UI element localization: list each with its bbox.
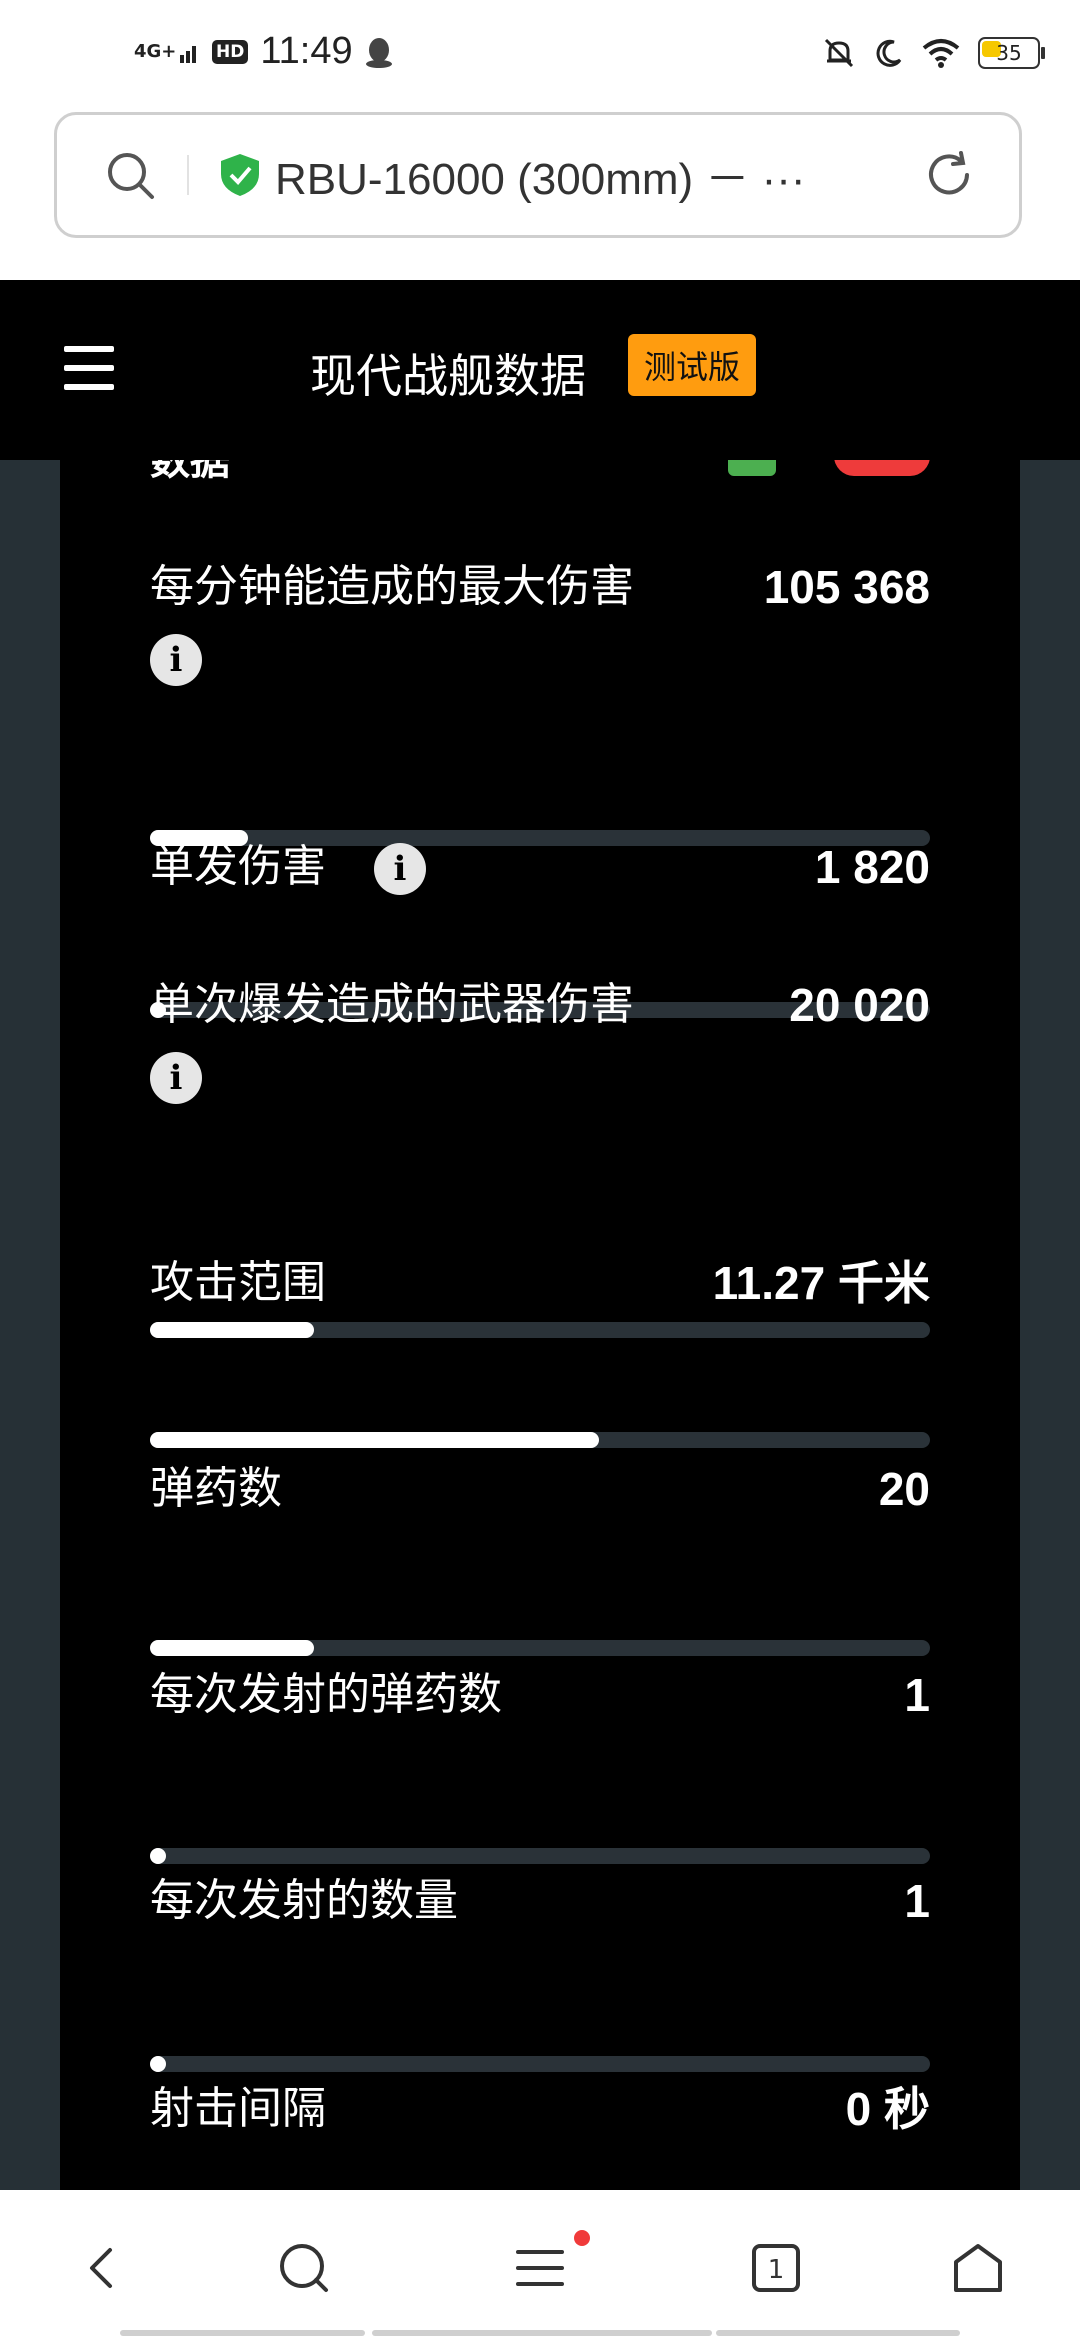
stat-ammo-per-shot: 每次发射的弹药数 1 <box>150 1658 930 1864</box>
gesture-bar <box>372 2330 712 2336</box>
qq-penguin-icon <box>365 37 392 68</box>
search-icon[interactable] <box>274 2238 334 2298</box>
battery-level: 35 <box>996 41 1022 65</box>
stat-value: 0 秒 <box>845 2083 930 2135</box>
app-header: 现代战舰数据 测试版 <box>0 280 1080 460</box>
mute-bell-icon <box>824 38 854 68</box>
info-icon[interactable]: i <box>150 1052 202 1104</box>
stat-bar-fill <box>150 1432 599 1448</box>
stat-attack-range: 攻击范围 11.27 千米 <box>150 1246 930 1448</box>
info-icon[interactable]: i <box>150 634 202 686</box>
stat-label: 弹药数 <box>150 1463 282 1514</box>
stat-value: 1 <box>904 1669 930 1721</box>
app-title: 现代战舰数据 <box>310 349 586 403</box>
stat-max-damage-per-minute: 每分钟能造成的最大伤害 i 105 368 <box>150 550 930 846</box>
stat-label: 攻击范围 <box>150 1257 326 1308</box>
stat-bar-fill <box>150 2056 166 2072</box>
stat-label: 每次发射的弹药数 <box>150 1669 502 1720</box>
menu-icon[interactable] <box>64 346 114 390</box>
svg-text:1: 1 <box>768 2255 785 2285</box>
reload-icon[interactable] <box>921 147 977 203</box>
stat-bar <box>150 1640 930 1656</box>
browser-toolbar: RBU-16000 (300mm) － ··· <box>0 110 1080 280</box>
address-bar[interactable]: RBU-16000 (300mm) － ··· <box>54 112 1022 238</box>
secure-shield-icon <box>221 154 259 196</box>
battery-icon: 35 <box>978 37 1045 69</box>
status-right: 35 <box>822 36 1045 70</box>
back-icon[interactable] <box>72 2238 132 2298</box>
stat-label: 单发伤害 i <box>150 830 426 904</box>
stat-ammo-count: 弹药数 20 <box>150 1452 930 1656</box>
stat-label: 单次爆发造成的武器伤害 <box>150 979 634 1030</box>
network-indicator: 4G+ <box>134 40 177 62</box>
status-indicator-green <box>728 460 776 476</box>
stat-label: 每次发射的数量 <box>150 1875 458 1926</box>
browser-bottom-nav: 1 <box>0 2190 1080 2340</box>
stat-bar <box>150 1432 930 1448</box>
moon-icon <box>876 39 902 67</box>
address-separator <box>187 155 189 195</box>
page-title[interactable]: RBU-16000 (300mm) － ··· <box>275 143 806 207</box>
stat-label-text: 单发伤害 <box>150 841 326 892</box>
stat-value: 20 <box>878 1463 930 1515</box>
info-icon[interactable]: i <box>374 843 426 895</box>
wifi-icon <box>922 39 960 68</box>
stat-value: 1 <box>904 1875 930 1927</box>
stat-burst-damage: 单次爆发造成的武器伤害 i 20 020 <box>150 968 930 1338</box>
stat-value: 105 368 <box>763 561 930 613</box>
hd-badge: HD <box>212 39 249 64</box>
toggle-red[interactable] <box>834 460 930 476</box>
status-bar: 4G+ HD 11:49 35 <box>0 0 1080 110</box>
home-icon[interactable] <box>948 2238 1008 2298</box>
stat-value: 20 020 <box>789 979 930 1031</box>
stat-bar-fill <box>150 1640 314 1656</box>
section-heading: 数据 <box>150 460 230 484</box>
gesture-bar <box>120 2330 365 2336</box>
stat-label: 射击间隔 <box>150 2083 326 2134</box>
tabs-icon[interactable]: 1 <box>746 2238 806 2298</box>
stat-bar-fill <box>150 1848 166 1864</box>
notification-dot <box>574 2230 590 2246</box>
stat-single-damage: 单发伤害 i 1 820 <box>150 830 930 1018</box>
weapon-stats-card: 数据 每分钟能造成的最大伤害 i 105 368 单发伤害 i 1 820 单次爆… <box>60 460 1020 2190</box>
beta-badge: 测试版 <box>628 334 757 396</box>
stat-bar <box>150 1848 930 1864</box>
stat-value: 11.27 千米 <box>712 1257 930 1309</box>
stat-bar <box>150 2056 930 2072</box>
stat-fire-interval: 射击间隔 0 秒 <box>150 2072 930 2190</box>
clock: 11:49 <box>260 30 353 72</box>
gesture-bar <box>716 2330 960 2336</box>
search-icon[interactable] <box>103 148 157 202</box>
menu-icon[interactable] <box>510 2238 570 2298</box>
stat-value: 1 820 <box>814 841 930 893</box>
status-left: 4G+ HD 11:49 <box>134 30 393 73</box>
stat-shots-per-fire: 每次发射的数量 1 <box>150 1864 930 2072</box>
stat-label: 每分钟能造成的最大伤害 <box>150 561 634 612</box>
signal-icon <box>180 45 196 63</box>
